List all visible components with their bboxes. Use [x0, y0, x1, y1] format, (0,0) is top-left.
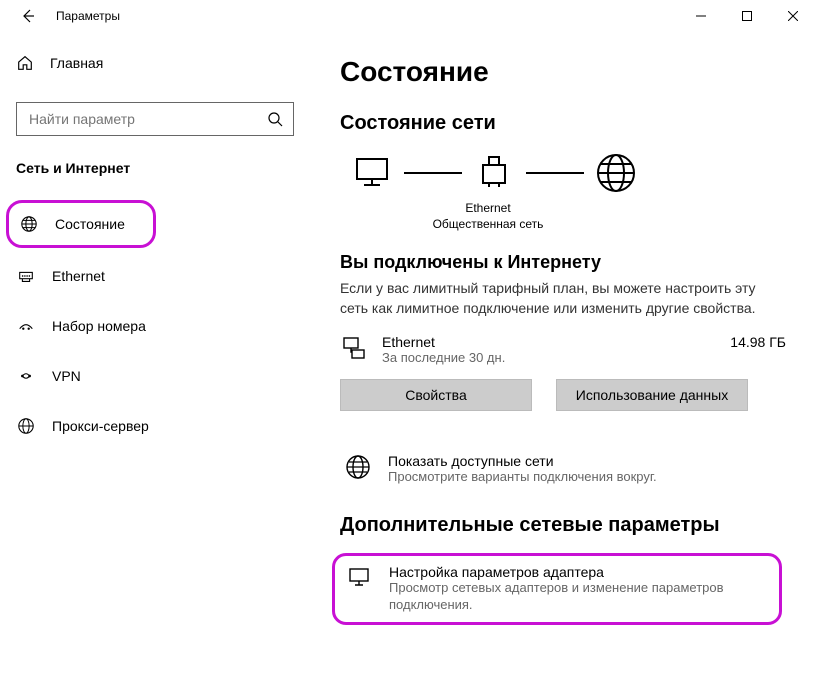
sidebar-item-label: Прокси-сервер	[52, 418, 149, 434]
sidebar-item-dialup[interactable]: Набор номера	[6, 304, 304, 348]
back-button[interactable]	[16, 4, 40, 28]
sidebar-item-proxy[interactable]: Прокси-сервер	[6, 404, 304, 448]
connected-desc: Если у вас лимитный тарифный план, вы мо…	[340, 279, 786, 318]
sidebar-item-ethernet[interactable]: Ethernet	[6, 254, 304, 298]
adapter-title: Настройка параметров адаптера	[389, 564, 769, 580]
close-button[interactable]	[770, 0, 816, 32]
usage-period: За последние 30 дн.	[382, 350, 716, 365]
maximize-button[interactable]	[724, 0, 770, 32]
advanced-heading: Дополнительные сетевые параметры	[340, 514, 786, 537]
globe-icon	[344, 453, 372, 481]
sidebar-item-label: VPN	[52, 368, 81, 384]
window-title: Параметры	[56, 9, 120, 23]
sidebar: Главная Сеть и Интернет Состояние Ethern…	[0, 32, 310, 695]
router-icon	[472, 151, 516, 195]
sidebar-item-label: Ethernet	[52, 268, 105, 284]
show-networks-title: Показать доступные сети	[388, 453, 657, 469]
adapter-icon	[345, 564, 373, 592]
globe-icon	[19, 214, 39, 234]
interface-name: Ethernet	[382, 334, 716, 350]
diagram-caption: Ethernet Общественная сеть	[350, 201, 626, 232]
show-networks-link[interactable]: Показать доступные сети Просмотрите вари…	[340, 445, 786, 494]
sidebar-item-vpn[interactable]: VPN	[6, 354, 304, 398]
dialup-icon	[16, 316, 36, 336]
vpn-icon	[16, 366, 36, 386]
ethernet-icon	[16, 266, 36, 286]
internet-icon	[594, 151, 638, 195]
home-icon	[16, 54, 34, 72]
search-icon	[267, 111, 283, 127]
connected-title: Вы подключены к Интернету	[340, 252, 786, 273]
sidebar-item-label: Набор номера	[52, 318, 146, 334]
diagram-label: Ethernet	[350, 201, 626, 217]
proxy-icon	[16, 416, 36, 436]
diagram-subtype: Общественная сеть	[350, 217, 626, 233]
pc-icon	[350, 151, 394, 195]
data-usage: 14.98 ГБ	[730, 334, 786, 350]
home-link[interactable]: Главная	[0, 48, 310, 78]
minimize-button[interactable]	[678, 0, 724, 32]
sidebar-category: Сеть и Интернет	[0, 160, 310, 176]
nav-list: Состояние Ethernet Набор номера VPN	[0, 200, 310, 448]
home-label: Главная	[50, 55, 103, 71]
status-heading: Состояние сети	[340, 112, 786, 135]
adapter-settings-link[interactable]: Настройка параметров адаптера Просмотр с…	[332, 553, 782, 625]
search-box[interactable]	[16, 102, 294, 136]
connection-row: Ethernet За последние 30 дн. 14.98 ГБ	[340, 334, 786, 365]
sidebar-item-status[interactable]: Состояние	[6, 200, 156, 248]
page-title: Состояние	[340, 56, 786, 88]
show-networks-desc: Просмотрите варианты подключения вокруг.	[388, 469, 657, 486]
network-diagram	[340, 151, 786, 195]
sidebar-item-label: Состояние	[55, 216, 125, 232]
properties-button[interactable]: Свойства	[340, 379, 532, 411]
ethernet-adapter-icon	[340, 334, 368, 362]
connected-block: Вы подключены к Интернету Если у вас лим…	[340, 252, 786, 445]
data-usage-button[interactable]: Использование данных	[556, 379, 748, 411]
main-content: Состояние Состояние сети Ethernet Общест…	[310, 32, 816, 695]
search-input[interactable]	[27, 110, 267, 128]
adapter-desc: Просмотр сетевых адаптеров и изменение п…	[389, 580, 769, 614]
